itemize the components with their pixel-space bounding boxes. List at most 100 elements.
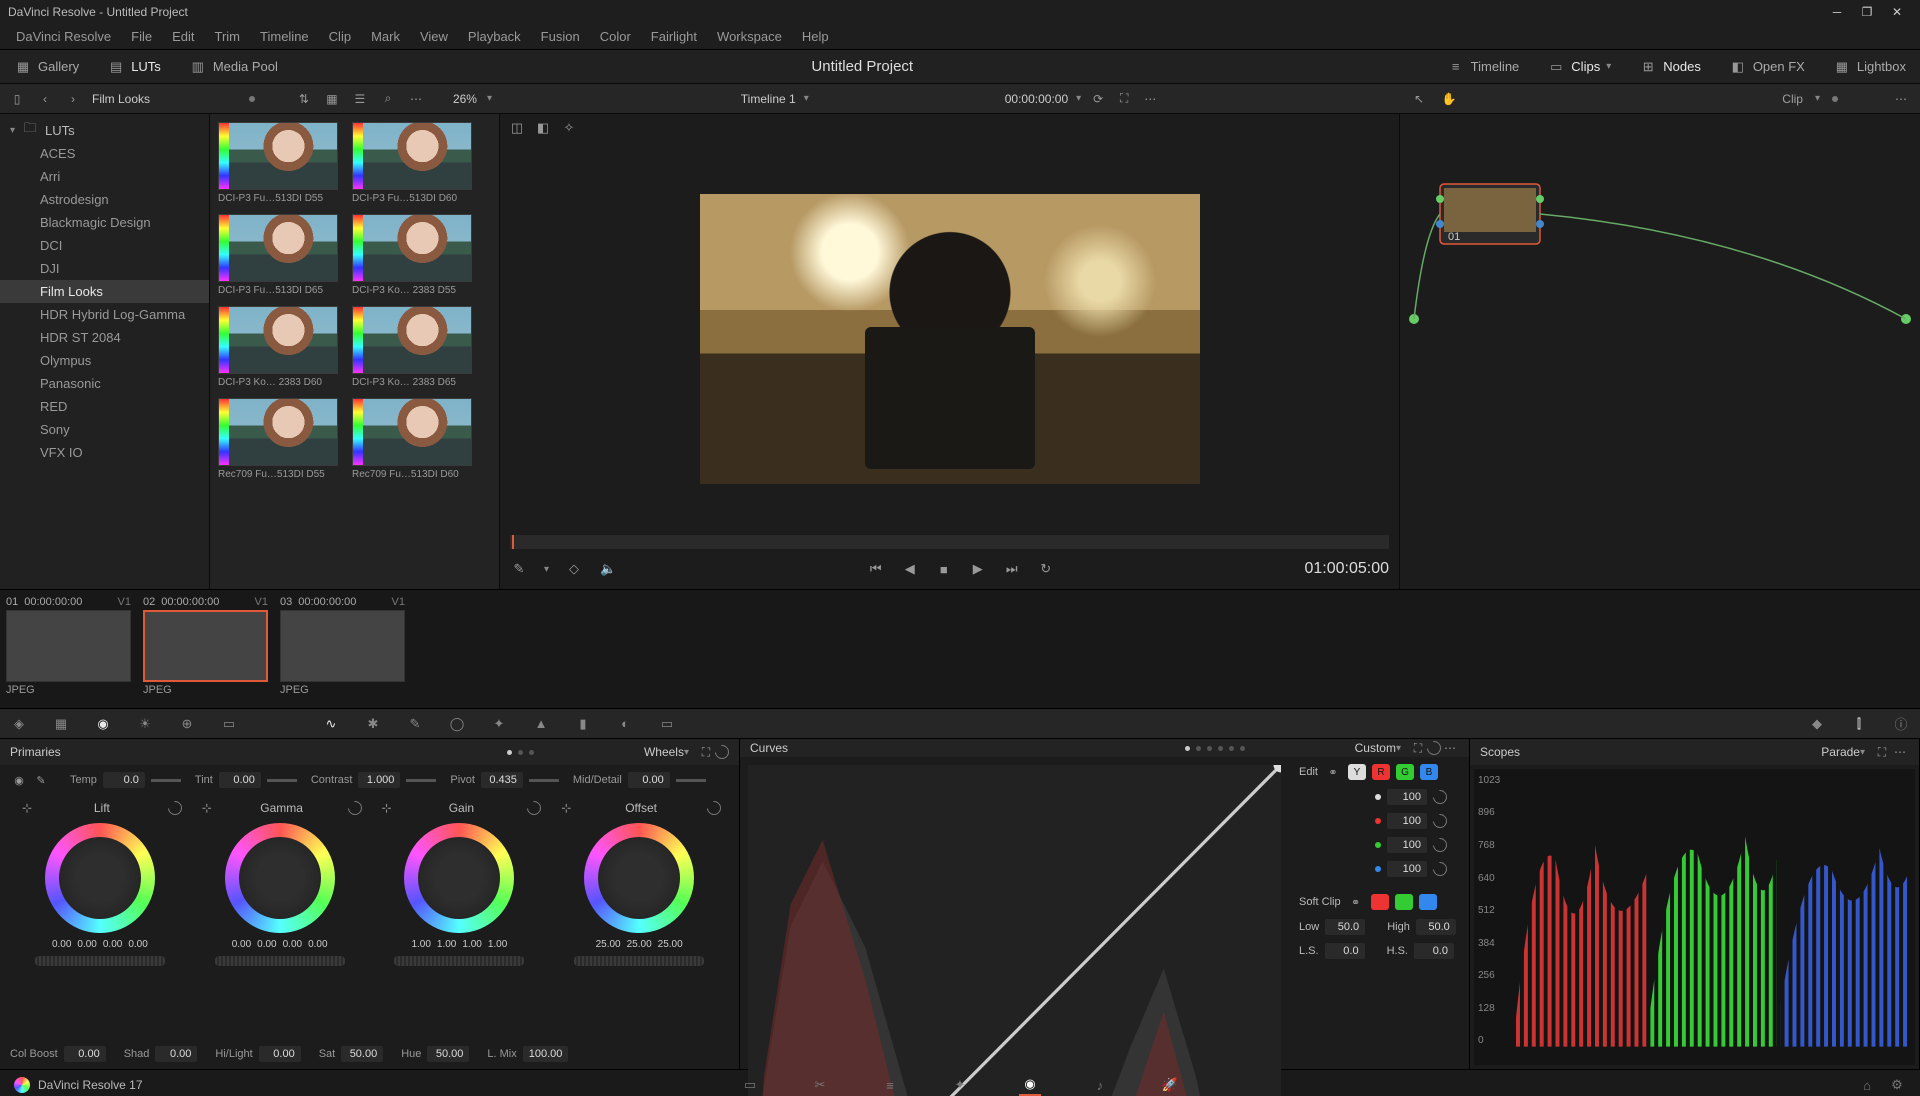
picker-black-icon[interactable]: ✎ [32, 771, 50, 789]
window-minimize[interactable]: ─ [1822, 5, 1852, 19]
tree-item-hdr-st-2084[interactable]: HDR ST 2084 [0, 326, 209, 349]
picker-icon[interactable]: ⊹ [198, 799, 216, 817]
node-mode[interactable]: Clip [1782, 92, 1803, 106]
adjust-sat[interactable]: 50.00 [341, 1046, 383, 1062]
info-icon[interactable]: ⓘ [1890, 713, 1912, 735]
key-icon[interactable]: ◐ [614, 713, 636, 735]
mediapool-toggle[interactable]: ▥Media Pool [175, 50, 292, 83]
curve-intensity-g[interactable]: 100 [1387, 837, 1427, 853]
adjust-contrast[interactable]: 1.000 [358, 772, 400, 788]
camera-raw-icon[interactable]: ◈ [8, 713, 30, 735]
search-icon[interactable]: ⌕ [379, 90, 397, 108]
page-deliver[interactable]: 🚀 [1159, 1074, 1181, 1096]
lightbox-toggle[interactable]: ▦Lightbox [1819, 58, 1920, 76]
tree-item-aces[interactable]: ACES [0, 142, 209, 165]
tracker-icon[interactable]: ✦ [488, 713, 510, 735]
color-wheel[interactable] [225, 823, 335, 933]
adjust-middetail[interactable]: 0.00 [628, 772, 670, 788]
transport-timecode[interactable]: 01:00:05:00 [1304, 560, 1389, 578]
scopes-icon[interactable]: ⫿ [1848, 713, 1870, 735]
reset-icon[interactable] [345, 798, 365, 818]
menu-workspace[interactable]: Workspace [707, 29, 792, 44]
viewer-timecode[interactable]: 00:00:00:00 [1005, 92, 1068, 106]
page-media[interactable]: ▭ [739, 1074, 761, 1096]
menu-trim[interactable]: Trim [205, 29, 251, 44]
motion-effects-icon[interactable]: ▭ [218, 713, 240, 735]
mute-icon[interactable]: 🔈 [599, 560, 617, 578]
curves-graph[interactable] [748, 765, 1281, 1096]
window-close[interactable]: ✕ [1882, 5, 1912, 19]
menu-fairlight[interactable]: Fairlight [641, 29, 707, 44]
tree-item-astrodesign[interactable]: Astrodesign [0, 188, 209, 211]
menu-clip[interactable]: Clip [319, 29, 361, 44]
chevron-down-icon[interactable]: ▾ [1860, 747, 1865, 758]
picker-icon[interactable]: ⊹ [18, 799, 36, 817]
chevron-down-icon[interactable]: ▾ [1076, 93, 1081, 104]
sort-icon[interactable]: ⇅ [295, 90, 313, 108]
softclip-r[interactable] [1371, 894, 1389, 910]
split-icon[interactable]: ◧ [534, 119, 552, 137]
play-icon[interactable]: ▶ [969, 560, 987, 578]
reset-icon[interactable] [704, 798, 724, 818]
color-wheel[interactable] [45, 823, 155, 933]
menu-timeline[interactable]: Timeline [250, 29, 319, 44]
step-back-icon[interactable]: ◀ [901, 560, 919, 578]
loop-icon[interactable]: ↻ [1037, 560, 1055, 578]
chevron-down-icon[interactable]: ▾ [487, 93, 492, 104]
go-first-icon[interactable]: ⏮ [867, 560, 885, 578]
hand-icon[interactable]: ✋ [1440, 90, 1458, 108]
qualifier-picker-icon[interactable]: ✎ [510, 560, 528, 578]
curve-intensity-b[interactable]: 100 [1387, 861, 1427, 877]
master-wheel[interactable] [35, 956, 165, 966]
curves-channel-r[interactable]: R [1372, 764, 1390, 780]
sizing-icon[interactable]: ▭ [656, 713, 678, 735]
softclip-b[interactable] [1419, 894, 1437, 910]
nav-fwd-icon[interactable]: › [64, 90, 82, 108]
pointer-icon[interactable]: ↖ [1410, 90, 1428, 108]
page-dots[interactable] [1185, 746, 1245, 751]
viewer-zoom[interactable]: 26% [453, 92, 477, 106]
tree-item-dci[interactable]: DCI [0, 234, 209, 257]
gallery-toggle[interactable]: ▦Gallery [0, 50, 93, 83]
picker-icon[interactable]: ⊹ [378, 799, 396, 817]
expand-icon[interactable]: ⛶ [1115, 90, 1133, 108]
chevron-down-icon[interactable]: ▾ [804, 93, 809, 104]
more-icon[interactable]: ⋯ [1892, 90, 1910, 108]
highlight-icon[interactable]: ✧ [560, 119, 578, 137]
luts-toggle[interactable]: ▤LUTs [93, 50, 175, 83]
lut-thumbnail[interactable]: Rec709 Fu…513DI D60 [352, 398, 472, 480]
menu-playback[interactable]: Playback [458, 29, 531, 44]
adjust-pivot[interactable]: 0.435 [481, 772, 523, 788]
menu-edit[interactable]: Edit [162, 29, 204, 44]
adjust-shad[interactable]: 0.00 [155, 1046, 197, 1062]
lut-thumbnail[interactable]: DCI-P3 Ko… 2383 D65 [352, 306, 472, 388]
openfx-toggle[interactable]: ◧Open FX [1715, 58, 1819, 76]
magic-mask-icon[interactable]: ▲ [530, 713, 552, 735]
rgb-mixer-icon[interactable]: ⊕ [176, 713, 198, 735]
softclip-low[interactable]: 50.0 [1325, 919, 1365, 935]
lut-thumbnail[interactable]: Rec709 Fu…513DI D55 [218, 398, 338, 480]
tree-item-arri[interactable]: Arri [0, 165, 209, 188]
tree-item-film-looks[interactable]: Film Looks [0, 280, 209, 303]
lut-thumbnail[interactable]: DCI-P3 Fu…513DI D55 [218, 122, 338, 204]
viewer-image[interactable] [700, 194, 1200, 484]
lut-thumbnail[interactable]: DCI-P3 Ko… 2383 D60 [218, 306, 338, 388]
window-icon[interactable]: ◯ [446, 713, 468, 735]
reset-icon[interactable] [1430, 787, 1450, 807]
picker-white-icon[interactable]: ◉ [10, 771, 28, 789]
primaries-icon[interactable]: ◉ [92, 713, 114, 735]
node-graph[interactable]: 01 [1400, 114, 1920, 589]
page-fairlight[interactable]: ♪ [1089, 1074, 1111, 1096]
expand-icon[interactable]: ⛶ [1873, 743, 1891, 761]
adjust-lmix[interactable]: 100.00 [523, 1046, 569, 1062]
reset-icon[interactable] [712, 742, 732, 762]
softclip-g[interactable] [1395, 894, 1413, 910]
tree-item-vfx-io[interactable]: VFX IO [0, 441, 209, 464]
menu-resolve[interactable]: DaVinci Resolve [6, 29, 121, 44]
timeline-name[interactable]: Timeline 1 [741, 92, 796, 106]
tree-item-hdr-hybrid-log-gamma[interactable]: HDR Hybrid Log-Gamma [0, 303, 209, 326]
clip-thumbnail[interactable]: 0100:00:00:00V1JPEG [6, 594, 131, 704]
blur-icon[interactable]: ▮ [572, 713, 594, 735]
more-icon[interactable]: ⋯ [1441, 739, 1459, 757]
color-wheel[interactable] [584, 823, 694, 933]
